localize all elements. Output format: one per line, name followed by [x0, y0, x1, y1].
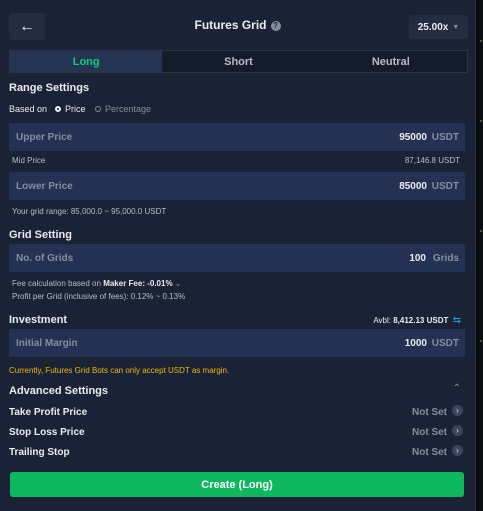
- direction-tabs: Long Short Neutral: [9, 50, 468, 73]
- grid-setting-title: Grid Setting: [9, 229, 72, 241]
- take-profit-label: Take Profit Price: [9, 407, 88, 418]
- radio-percentage[interactable]: Percentage: [95, 104, 151, 114]
- investment-title: Investment: [9, 314, 68, 326]
- radio-selected-icon: [55, 106, 61, 112]
- trailing-stop-label: Trailing Stop: [9, 447, 70, 458]
- range-settings-title: Range Settings: [9, 82, 90, 94]
- initial-margin-field[interactable]: Initial Margin 1000 USDT: [9, 329, 465, 357]
- mid-price-value: 87,146.8 USDT: [404, 156, 460, 165]
- background-edge: [476, 0, 483, 511]
- chevron-down-icon[interactable]: ⌄: [175, 279, 182, 288]
- upper-price-field[interactable]: Upper Price 95000 USDT: [9, 123, 465, 151]
- chevron-down-icon: ▼: [452, 23, 460, 31]
- edge-dot: [480, 340, 482, 342]
- edge-dot: [480, 40, 482, 42]
- question-circle-icon[interactable]: ?: [270, 20, 281, 31]
- page-title: Futures Grid?: [0, 18, 475, 32]
- create-long-button[interactable]: Create (Long): [10, 472, 464, 497]
- margin-warning-text: Currently, Futures Grid Bots can only ac…: [9, 366, 230, 375]
- tab-neutral[interactable]: Neutral: [315, 51, 467, 72]
- chevron-right-icon[interactable]: ›: [452, 425, 463, 436]
- num-grids-field[interactable]: No. of Grids 100 Grids: [9, 244, 465, 272]
- chevron-up-icon[interactable]: ⌃: [453, 383, 461, 394]
- radio-unselected-icon: [95, 106, 101, 112]
- radio-price[interactable]: Price: [55, 104, 86, 114]
- advanced-settings-title[interactable]: Advanced Settings: [9, 385, 108, 397]
- tab-long[interactable]: Long: [10, 51, 163, 72]
- available-balance: Avbl: 8,412.13 USDT ⇆: [373, 315, 461, 326]
- edge-dot: [480, 120, 482, 122]
- fee-calculation-text: Fee calculation based on Maker Fee: -0.0…: [12, 279, 182, 288]
- swap-arrows-icon[interactable]: ⇆: [453, 315, 461, 326]
- maker-fee-selector[interactable]: Maker Fee: -0.01%: [103, 279, 172, 288]
- edge-dot: [480, 230, 482, 232]
- grid-range-text: Your grid range: 85,000.0 ~ 95,000.0 USD…: [12, 207, 167, 216]
- trailing-stop-value[interactable]: Not Set: [412, 447, 447, 458]
- lower-price-field[interactable]: Lower Price 85000 USDT: [9, 172, 465, 200]
- leverage-selector[interactable]: 25.00x ▼: [409, 15, 468, 39]
- tab-short[interactable]: Short: [162, 51, 314, 72]
- take-profit-value[interactable]: Not Set: [412, 407, 447, 418]
- profit-per-grid-text: Profit per Grid (inclusive of fees): 0.1…: [12, 292, 186, 301]
- chevron-right-icon[interactable]: ›: [452, 445, 463, 456]
- stop-loss-label: Stop Loss Price: [9, 427, 85, 438]
- chevron-right-icon[interactable]: ›: [452, 405, 463, 416]
- futures-grid-panel: ← Futures Grid? 25.00x ▼ Long Short Neut…: [0, 0, 476, 511]
- mid-price-label: Mid Price: [12, 156, 46, 165]
- based-on-label: Based on: [9, 104, 48, 114]
- stop-loss-value[interactable]: Not Set: [412, 427, 447, 438]
